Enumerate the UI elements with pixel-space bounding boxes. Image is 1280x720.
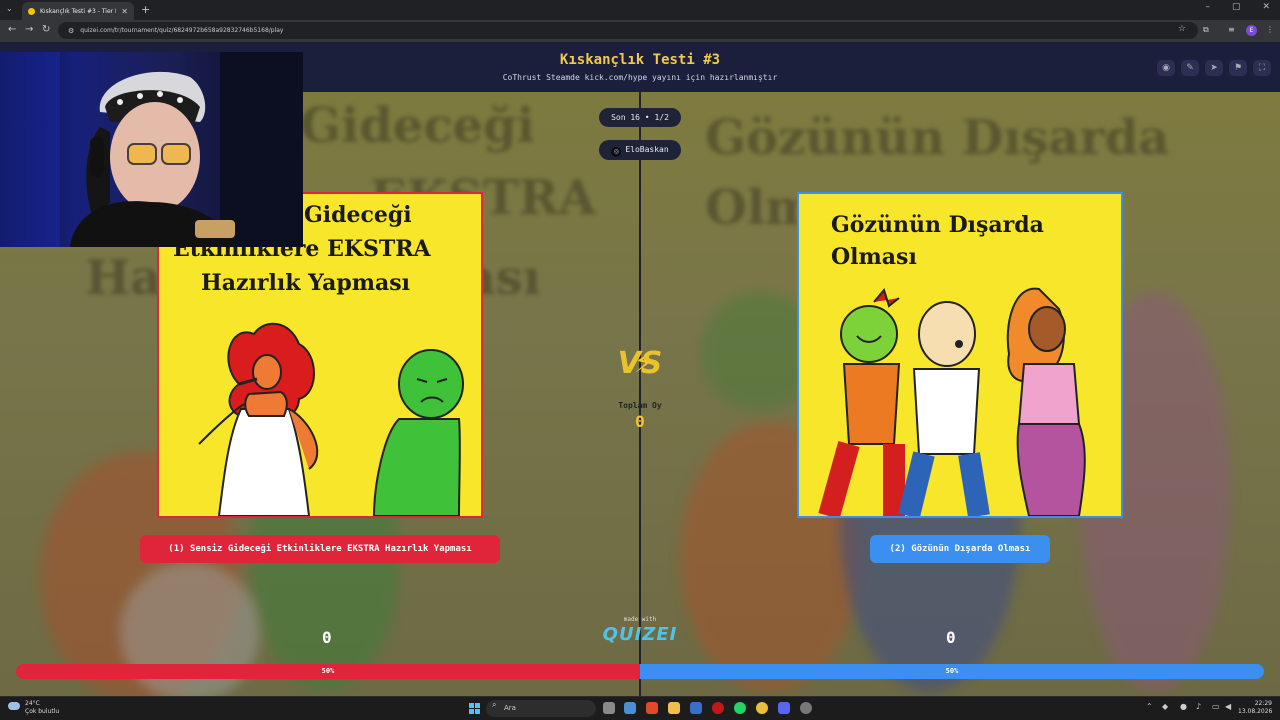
edit-icon[interactable]: ✎ (1181, 60, 1199, 76)
microphone-icon[interactable]: ♪ (1196, 702, 1201, 711)
close-tab-icon[interactable]: ✕ (121, 7, 128, 16)
app-icon[interactable] (646, 702, 658, 714)
right-option-card[interactable]: Gözünün Dışarda Olması (797, 192, 1123, 518)
search-icon: ⌕ (492, 700, 497, 709)
left-vote-count: 0 (322, 628, 332, 647)
app-icon[interactable] (800, 702, 812, 714)
new-tab-button[interactable]: + (141, 3, 150, 16)
streamer-webcam-image (0, 52, 303, 247)
tray-chevron-icon[interactable]: ⌃ (1146, 702, 1153, 711)
system-clock[interactable]: 22:29 13.08.2026 (1238, 700, 1272, 716)
search-placeholder: Ara (504, 704, 516, 712)
extensions-icon[interactable]: ⧉ (1203, 25, 1209, 35)
right-card-illustration (818, 287, 1086, 516)
maximize-icon[interactable]: ▢ (1232, 2, 1241, 12)
address-bar[interactable]: ⚙ quizei.com/tr/tournament/quiz/6824972b… (58, 22, 1198, 39)
total-votes-label: Toplam Oy (618, 401, 662, 410)
quizei-logo[interactable]: QUIZEI (600, 624, 680, 645)
temperature: 24°C (25, 700, 40, 707)
browser-toolbar: ← → ↻ ⚙ quizei.com/tr/tournament/quiz/68… (0, 20, 1280, 42)
browser-tab[interactable]: Kıskançlık Testi #3 - Tier List, Ki ✕ (22, 2, 134, 20)
fullscreen-icon[interactable]: ⛶ (1253, 60, 1271, 76)
task-view-icon[interactable] (603, 702, 615, 714)
made-with-label: made with (623, 616, 657, 623)
tray-app-icon[interactable]: ◆ (1162, 702, 1168, 711)
browser-tab-strip: ⌄ Kıskançlık Testi #3 - Tier List, Ki ✕ … (0, 0, 1280, 20)
site-info-icon[interactable]: ⚙ (68, 27, 74, 35)
window-controls: – ▢ ✕ (1205, 2, 1270, 12)
back-icon[interactable]: ← (8, 24, 16, 35)
chrome-icon[interactable] (756, 702, 768, 714)
total-votes-value: 0 (635, 412, 645, 431)
vote-option-2-button[interactable]: (2) Gözünün Dışarda Olması (870, 535, 1050, 563)
eye-icon[interactable]: ◉ (1157, 60, 1175, 76)
share-icon[interactable]: ➤ (1205, 60, 1223, 76)
discord-icon[interactable] (778, 702, 790, 714)
screen: ⌄ Kıskançlık Testi #3 - Tier List, Ki ✕ … (0, 0, 1280, 720)
volume-icon[interactable]: ◀ (1225, 702, 1231, 711)
creator-badge[interactable]: ◎ EloBaskan (599, 140, 681, 160)
bg-text-line: Gideceği (300, 98, 535, 154)
forward-icon[interactable]: → (25, 24, 33, 35)
left-percent-bar: 50% (16, 664, 640, 679)
reload-icon[interactable]: ↻ (42, 24, 50, 35)
creator-name: EloBaskan (625, 145, 669, 154)
profile-avatar[interactable]: E (1246, 25, 1257, 36)
creator-avatar-icon: ◎ (611, 147, 622, 157)
media-icon[interactable]: ≡ (1228, 25, 1235, 34)
weather-widget[interactable]: 24°C Çok bulutlu (25, 700, 59, 716)
site-favicon-icon (28, 7, 35, 15)
vote-option-1-button[interactable]: (1) Sensiz Gideceği Etkinliklere EKSTRA … (140, 535, 500, 563)
clock-date: 13.08.2026 (1238, 708, 1273, 716)
bg-text-line: Gözünün Dışarda (705, 110, 1170, 166)
flag-icon[interactable]: ⚑ (1229, 60, 1247, 76)
tray-app-icon[interactable]: ● (1180, 702, 1187, 711)
round-indicator: Son 16 • 1/2 (599, 108, 681, 127)
app-icon[interactable] (690, 702, 702, 714)
lightning-icon: ⚡ (634, 346, 654, 379)
file-explorer-icon[interactable] (668, 702, 680, 714)
close-window-icon[interactable]: ✕ (1262, 2, 1270, 12)
tab-search-icon[interactable]: ⌄ (6, 4, 16, 14)
network-icon[interactable]: ▭ (1212, 702, 1220, 711)
tab-title: Kıskançlık Testi #3 - Tier List, Ki (40, 7, 116, 15)
url-text: quizei.com/tr/tournament/quiz/6824972b65… (80, 27, 284, 34)
taskbar-search[interactable]: ⌕ Ara (486, 700, 596, 717)
whatsapp-icon[interactable] (734, 702, 746, 714)
windows-start-icon[interactable] (469, 703, 480, 714)
cloud-icon (8, 702, 20, 710)
right-vote-count: 0 (946, 628, 956, 647)
vs-badge: VS ⚡ (612, 346, 668, 390)
clock-time: 22:29 (1254, 700, 1272, 707)
bookmark-star-icon[interactable]: ☆ (1178, 24, 1186, 34)
menu-icon[interactable]: ⋮ (1266, 25, 1274, 34)
weather-condition: Çok bulutlu (25, 707, 60, 715)
minimize-icon[interactable]: – (1205, 2, 1210, 12)
widgets-icon[interactable] (624, 702, 636, 714)
webcam-overlay (0, 52, 303, 247)
right-percent-bar: 50% (640, 664, 1264, 679)
windows-taskbar: 24°C Çok bulutlu ⌕ Ara ⌃ ◆ ● ♪ ▭ ◀ 22:29… (0, 696, 1280, 720)
app-icon[interactable] (712, 702, 724, 714)
center-divider (639, 92, 641, 696)
